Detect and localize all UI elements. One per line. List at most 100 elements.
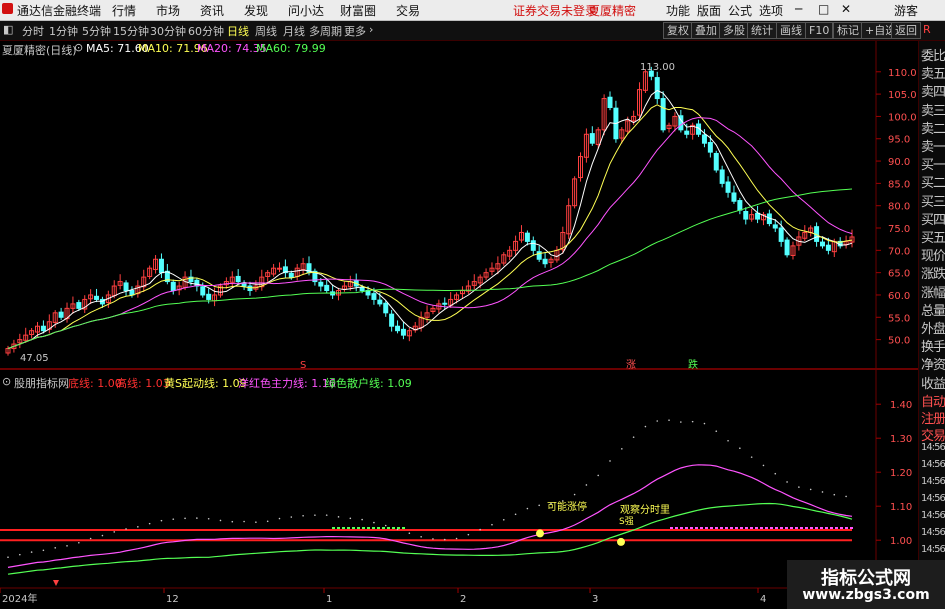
- right-panel-row: 买一: [921, 158, 945, 174]
- signal-tick: [760, 527, 763, 529]
- menu-item-wealth[interactable]: 财富圈: [340, 2, 376, 19]
- ma-line: [7, 116, 853, 349]
- candle-body: [123, 282, 129, 292]
- signal-tick: [820, 527, 823, 529]
- signal-tick: [362, 527, 365, 529]
- candle-body: [400, 328, 406, 336]
- period-30min[interactable]: 30分钟: [150, 23, 186, 39]
- guest-label[interactable]: 游客: [894, 2, 918, 19]
- overlay-button[interactable]: 叠加: [691, 22, 721, 39]
- period-1min[interactable]: 1分钟: [49, 23, 78, 39]
- maximize-icon[interactable]: □: [818, 2, 829, 16]
- dotted-line-point: [219, 519, 222, 522]
- period-5min[interactable]: 5分钟: [82, 23, 111, 39]
- signal-tick: [367, 527, 370, 529]
- signal-tick: [352, 527, 355, 529]
- period-15min[interactable]: 15分钟: [113, 23, 149, 39]
- period-weekly[interactable]: 周线: [255, 23, 277, 39]
- ind-y-tick-label: 1.30: [890, 434, 912, 445]
- signal-tick: [332, 527, 335, 529]
- dotted-line-point: [420, 536, 422, 538]
- candle-body: [383, 302, 389, 314]
- x-axis-label: 2024年: [2, 592, 37, 605]
- signal-tick: [780, 527, 783, 529]
- dotted-line-point: [762, 464, 765, 467]
- candle-body: [707, 142, 713, 153]
- dotted-line-point: [408, 532, 411, 534]
- signal-tick: [755, 527, 758, 529]
- right-panel-row: 买五: [921, 231, 945, 246]
- candle-body: [442, 302, 448, 305]
- dotted-line-point: [125, 528, 127, 530]
- adjust-button[interactable]: 复权: [663, 22, 693, 39]
- draw-line-button[interactable]: 画线: [776, 22, 806, 39]
- right-panel-row: 卖四: [921, 85, 945, 101]
- candle-body: [377, 299, 383, 305]
- signal-tick: [785, 527, 788, 529]
- right-panel-row: 收益: [921, 376, 945, 392]
- signal-tick: [790, 527, 793, 529]
- candle-body: [784, 239, 790, 256]
- menu-item-ask[interactable]: 问小达: [288, 2, 324, 19]
- period-60min[interactable]: 60分钟: [188, 23, 224, 39]
- f10-button[interactable]: F10: [805, 22, 834, 39]
- period-minute-chart[interactable]: 分时: [22, 23, 44, 39]
- signal-tick: [397, 527, 400, 529]
- signal-tick: [387, 527, 390, 529]
- stats-button[interactable]: 统计: [747, 22, 777, 39]
- menu-item-market[interactable]: 市场: [156, 2, 180, 19]
- candle-body: [772, 224, 778, 229]
- period-monthly[interactable]: 月线: [283, 23, 305, 39]
- dotted-line-point: [656, 420, 659, 422]
- menu-item-options[interactable]: 选项: [759, 2, 783, 19]
- candle-body: [589, 133, 595, 144]
- dotted-line-point: [349, 517, 352, 520]
- signal-tick: [402, 527, 405, 529]
- signal-tick: [745, 527, 748, 529]
- y-tick-label: 70.0: [888, 246, 910, 257]
- menu-item-layout[interactable]: 版面: [697, 2, 721, 19]
- dotted-line-point: [54, 547, 57, 549]
- candle-body: [158, 258, 164, 274]
- signal-tick: [750, 527, 753, 529]
- signal-tick: [840, 527, 843, 529]
- candle-body: [359, 286, 365, 292]
- menubar: 通达信金融终端 行情 市场 资讯 发现 问小达 财富圈 交易 证券交易未登录 夏…: [0, 0, 945, 21]
- dotted-line-point: [727, 439, 729, 442]
- menu-item-trade[interactable]: 交易: [396, 2, 420, 19]
- candle-body: [737, 200, 743, 211]
- candle-body: [825, 244, 831, 251]
- dotted-line-point: [750, 456, 753, 458]
- candle-body: [58, 311, 64, 318]
- dotted-line-point: [845, 495, 847, 498]
- signal-tick: [710, 527, 713, 529]
- y-tick-label: 75.0: [888, 224, 910, 235]
- period-daily[interactable]: 日线: [227, 23, 249, 39]
- menu-item-formula[interactable]: 公式: [728, 2, 752, 19]
- dotted-line-point: [609, 460, 611, 462]
- menu-item-discover[interactable]: 发现: [244, 2, 268, 19]
- period-more[interactable]: 更多: [344, 23, 366, 39]
- back-button[interactable]: 返回: [891, 22, 921, 39]
- chart-canvas[interactable]: 50.0 55.0 60.0 65.0 70.0 75.0 80.0 85.0 90.0 95.0…: [0, 41, 918, 609]
- toolbar-toggle-icon[interactable]: ◧: [3, 23, 13, 36]
- menu-item-function[interactable]: 功能: [666, 2, 690, 19]
- dotted-line-point: [278, 517, 281, 520]
- candle-body: [743, 210, 749, 220]
- close-icon[interactable]: ✕: [841, 2, 851, 16]
- multi-stock-button[interactable]: 多股: [719, 22, 749, 39]
- y-tick-label: 65.0: [888, 269, 910, 280]
- signal-tick: [830, 527, 833, 529]
- menu-item-quotes[interactable]: 行情: [112, 2, 136, 19]
- menu-item-news[interactable]: 资讯: [200, 2, 224, 19]
- mark-button[interactable]: 标记: [833, 22, 863, 39]
- x-axis-label: 2: [460, 594, 466, 605]
- minimize-icon[interactable]: ─: [795, 2, 802, 16]
- candle-body: [542, 258, 548, 265]
- more-chevron-icon[interactable]: ›: [369, 23, 373, 36]
- app-logo-icon: [2, 3, 13, 14]
- dotted-line-point: [255, 521, 257, 523]
- login-notice[interactable]: 证券交易未登录: [513, 2, 597, 19]
- period-multi[interactable]: 多周期: [309, 23, 342, 39]
- fall-marker: 跌: [688, 358, 698, 371]
